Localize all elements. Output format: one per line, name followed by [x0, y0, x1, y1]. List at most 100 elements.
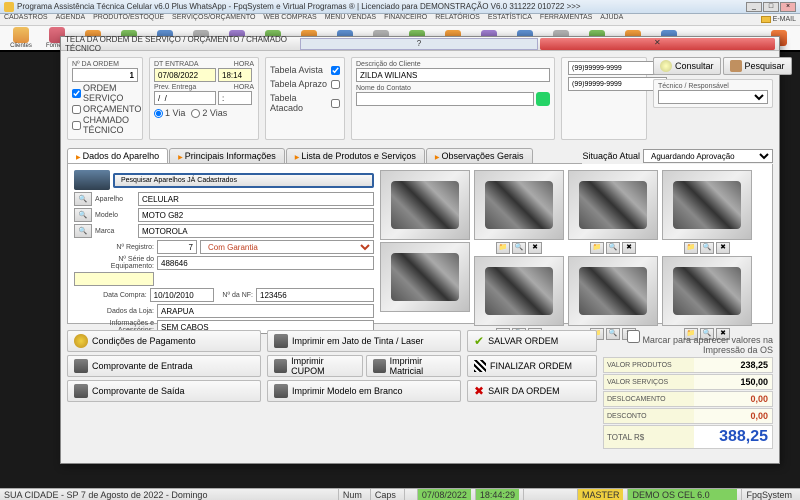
dados-loja-input[interactable] [157, 304, 374, 318]
printer-icon [274, 359, 287, 373]
tab-observacoes[interactable]: ▶ Observações Gerais [426, 148, 533, 163]
imprimir-cupom-button[interactable]: Imprimir CUPOM [267, 355, 363, 377]
imprimir-matricial-button[interactable]: Imprimir Matricial [366, 355, 462, 377]
radio-1via[interactable] [154, 109, 163, 118]
maximize-button[interactable]: □ [763, 2, 779, 12]
window-icon [4, 2, 14, 12]
marca-input[interactable] [138, 224, 374, 238]
pesquisar-button[interactable]: Pesquisar [723, 57, 792, 75]
menu-ajuda[interactable]: AJUDA [600, 14, 623, 25]
ordem-label: Nº DA ORDEM [72, 61, 138, 68]
img7-btn1[interactable]: 📁 [684, 242, 698, 254]
situacao-select[interactable]: Aguardando Aprovação [643, 149, 773, 163]
hora-input[interactable] [218, 68, 252, 82]
device-photo-5[interactable] [568, 170, 658, 240]
imprimir-modelo-branco-button[interactable]: Imprimir Modelo em Branco [267, 380, 461, 402]
desconto: 0,00 [694, 411, 772, 421]
printer-icon [274, 384, 288, 398]
img7-btn2[interactable]: 🔍 [700, 242, 714, 254]
menu-agenda[interactable]: AGENDA [56, 14, 86, 25]
menu-servicos[interactable]: SERVIÇOS/ORÇAMENTO [172, 14, 255, 25]
menu-produto[interactable]: PRODUTO/ESTOQUE [93, 14, 164, 25]
consultar-button[interactable]: Consultar [653, 57, 721, 75]
menu-estatistica[interactable]: ESTATÍSTICA [488, 14, 532, 25]
img3-btn2[interactable]: 🔍 [512, 242, 526, 254]
menu-cadastros[interactable]: CADASTROS [4, 14, 48, 25]
modelo-input[interactable] [138, 208, 374, 222]
tab-produtos-servicos[interactable]: ▶ Lista de Produtos e Serviços [286, 148, 425, 163]
finalizar-ordem-button[interactable]: FINALIZAR ORDEM [467, 355, 597, 377]
whatsapp-icon[interactable] [536, 92, 550, 106]
registro-input[interactable] [157, 240, 197, 254]
menu-financeiro[interactable]: FINANCEIRO [384, 14, 427, 25]
mail-icon[interactable]: E-MAIL [761, 14, 796, 25]
nf-input[interactable] [256, 288, 374, 302]
pesquisar-aparelhos-button[interactable]: Pesquisar Aparelhos JÁ Cadastrados [113, 173, 374, 188]
tecnico-select[interactable] [658, 90, 768, 104]
device-photo-7[interactable] [662, 170, 752, 240]
ordem-number-input[interactable] [72, 68, 138, 82]
status-insert [404, 489, 413, 500]
chk-tabela-avista[interactable] [331, 66, 340, 75]
comprovante-entrada-button[interactable]: Comprovante de Entrada [67, 355, 261, 377]
cliente-input[interactable] [356, 68, 550, 82]
extra-yellow-input[interactable] [74, 272, 154, 286]
contato-input[interactable] [356, 92, 534, 106]
device-photo-1[interactable] [380, 170, 470, 240]
comprovante-saida-button[interactable]: Comprovante de Saída [67, 380, 261, 402]
printer-icon [74, 359, 88, 373]
valor-servicos: 150,00 [694, 377, 772, 387]
toolbar-clientes[interactable]: Clientes [4, 26, 38, 50]
salvar-ordem-button[interactable]: ✔SALVAR ORDEM [467, 330, 597, 352]
aparelho-search-button[interactable]: 🔍 [74, 192, 92, 206]
modelo-search-button[interactable]: 🔍 [74, 208, 92, 222]
printer-icon [274, 334, 288, 348]
coins-icon [74, 334, 88, 348]
search-icon [660, 60, 672, 72]
status-caps: Caps [370, 489, 400, 500]
status-sys: FpqSystem [741, 489, 796, 500]
status-num: Num [338, 489, 366, 500]
flag-icon [474, 360, 486, 372]
chk-orcamento[interactable] [72, 105, 81, 114]
device-photo-8[interactable] [662, 256, 752, 326]
modal-close-button[interactable]: ✕ [540, 38, 775, 50]
dt-entrada-input[interactable] [154, 68, 216, 82]
close-button[interactable]: × [780, 2, 796, 12]
menu-relatorios[interactable]: RELATÓRIOS [435, 14, 480, 25]
radio-2vias[interactable] [191, 109, 200, 118]
img5-btn1[interactable]: 📁 [590, 242, 604, 254]
chk-chamado[interactable] [72, 121, 81, 130]
chk-marcador-impressao[interactable] [627, 330, 640, 343]
menu-vendas[interactable]: MENU VENDAS [325, 14, 376, 25]
img5-btn2[interactable]: 🔍 [606, 242, 620, 254]
img3-btn3[interactable]: ✖ [528, 242, 542, 254]
marca-search-button[interactable]: 🔍 [74, 224, 92, 238]
prev-hora-input[interactable] [218, 91, 252, 105]
tab-principais-info[interactable]: ▶ Principais Informações [169, 148, 285, 163]
img3-btn1[interactable]: 📁 [496, 242, 510, 254]
device-photo-6[interactable] [568, 256, 658, 326]
chk-tabela-atacado[interactable] [331, 99, 340, 108]
app-titlebar: Programa Assistência Técnica Celular v6.… [0, 0, 800, 14]
device-photo-4[interactable] [474, 256, 564, 326]
tab-dados-aparelho[interactable]: ▶ Dados do Aparelho [67, 148, 168, 163]
menu-compras[interactable]: WEB COMPRAS [263, 14, 316, 25]
img5-btn3[interactable]: ✖ [622, 242, 636, 254]
img7-btn3[interactable]: ✖ [716, 242, 730, 254]
data-compra-input[interactable] [150, 288, 214, 302]
aparelho-input[interactable] [138, 192, 374, 206]
modal-help-button[interactable]: ? [300, 38, 537, 50]
device-photo-3[interactable] [474, 170, 564, 240]
device-photo-2[interactable] [380, 242, 470, 312]
condicoes-pagamento-button[interactable]: Condições de Pagamento [67, 330, 261, 352]
minimize-button[interactable]: _ [746, 2, 762, 12]
sair-ordem-button[interactable]: ✖SAIR DA ORDEM [467, 380, 597, 402]
chk-tabela-aprazo[interactable] [331, 80, 340, 89]
chk-ordem-servico[interactable] [72, 89, 81, 98]
serie-input[interactable] [157, 256, 374, 270]
imprimir-laser-button[interactable]: Imprimir em Jato de Tinta / Laser [267, 330, 461, 352]
menu-ferramentas[interactable]: FERRAMENTAS [540, 14, 592, 25]
garantia-select[interactable]: Com Garantia [200, 240, 374, 254]
prev-data-input[interactable] [154, 91, 216, 105]
